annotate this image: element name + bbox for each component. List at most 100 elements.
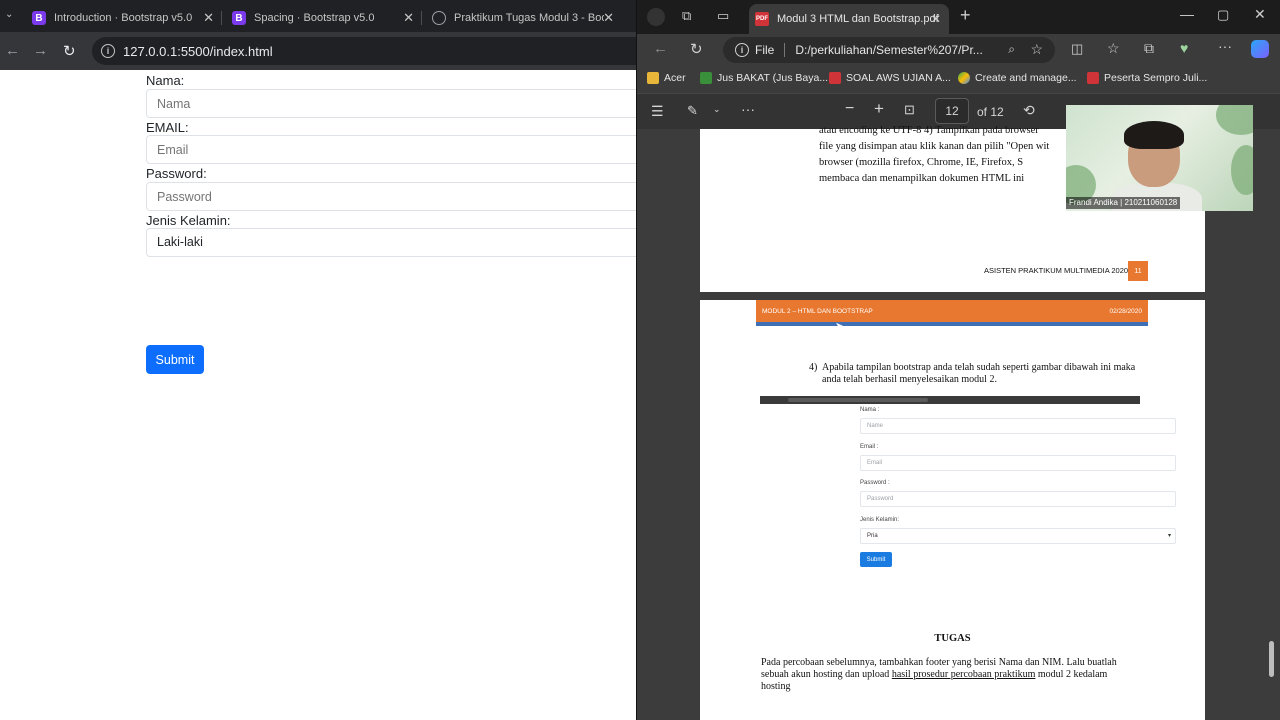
bookmark-label: Acer: [664, 72, 686, 84]
close-tab-icon[interactable]: ✕: [603, 10, 614, 26]
mini-password-input: Password: [860, 491, 1176, 507]
submit-button[interactable]: Submit: [146, 345, 204, 374]
close-tab-icon[interactable]: ✕: [931, 12, 941, 26]
back-arrow-icon[interactable]: ←: [5, 42, 20, 59]
left-tab-strip: ⌄ B Introduction · Bootstrap v5.0 ✕ B Sp…: [0, 0, 636, 32]
tugas-body: Pada percobaan sebelumnya, tambahkan foo…: [761, 657, 1117, 693]
back-arrow-icon[interactable]: ←: [653, 40, 668, 57]
item-text-line: Apabila tampilan bootstrap anda telah su…: [822, 362, 1136, 373]
address-bar[interactable]: i 127.0.0.1:5500/index.html: [92, 37, 636, 65]
tab-title: Praktikum Tugas Modul 3 - Boo: [454, 12, 604, 24]
tab-pdf[interactable]: PDF Modul 3 HTML dan Bootstrap.pdf ✕: [749, 4, 949, 34]
header-right-text: 02/28/2020: [1109, 308, 1142, 315]
tab-search-chevron-icon[interactable]: ⌄: [5, 9, 13, 20]
highlight-icon[interactable]: ✎: [687, 103, 698, 119]
page-header-bar: MODUL 2 – HTML DAN BOOTSTRAP 02/28/2020: [756, 300, 1148, 322]
header-blue-rule: [756, 322, 1148, 326]
reload-icon[interactable]: ↻: [63, 42, 76, 60]
tab-separator: [221, 11, 222, 25]
tab-praktikum[interactable]: Praktikum Tugas Modul 3 - Boo ✕: [426, 4, 622, 32]
close-window-icon[interactable]: ✕: [1254, 6, 1266, 23]
mouse-cursor: ➤: [835, 321, 844, 332]
folder-icon: [647, 72, 659, 84]
mini-gender-label: Jenis Kelamin:: [860, 517, 900, 523]
site-info-icon[interactable]: i: [735, 43, 749, 57]
mini-gender-select: Pria ▾: [860, 528, 1176, 544]
new-tab-icon[interactable]: +: [960, 5, 971, 26]
bookmark-label: Jus BAKAT (Jus Baya...: [717, 72, 829, 84]
close-tab-icon[interactable]: ✕: [203, 10, 214, 26]
address-bar[interactable]: i File D:/perkuliahan/Semester%207/Pr...…: [723, 37, 1055, 63]
body-text: sebuah akun hosting dan upload: [761, 669, 892, 680]
bookmark-label: SOAL AWS UJIAN A...: [846, 72, 951, 84]
copilot-icon[interactable]: [1251, 40, 1269, 58]
favorites-icon[interactable]: ☆: [1107, 40, 1120, 57]
fit-page-icon[interactable]: ⊡: [904, 102, 915, 118]
pdf-icon: PDF: [755, 12, 769, 26]
forward-arrow-icon[interactable]: →: [33, 42, 48, 59]
password-input[interactable]: [146, 182, 636, 211]
bookmark-label: Peserta Sempro Juli...: [1104, 72, 1208, 84]
pdf-viewer: atau encoding ke UTF-8 4) Tampilkan pada…: [637, 125, 1280, 720]
tab-title: Modul 3 HTML dan Bootstrap.pdf: [777, 13, 939, 25]
bookmark-peserta-sempro[interactable]: Peserta Sempro Juli...: [1087, 72, 1207, 84]
zoom-out-icon[interactable]: −: [845, 100, 854, 118]
split-screen-icon[interactable]: ◫: [1071, 41, 1083, 57]
browser-essentials-icon[interactable]: ♥: [1180, 40, 1188, 56]
bookmark-label: Create and manage...: [975, 72, 1077, 84]
zoom-search-icon[interactable]: ⌕: [1008, 42, 1015, 57]
favorite-star-icon[interactable]: ☆: [1030, 41, 1043, 58]
password-label: Password:: [146, 166, 207, 181]
rotate-icon[interactable]: ⟲: [1023, 102, 1035, 119]
item-text-line: anda telah berhasil menyelesaikan modul …: [822, 374, 997, 385]
foliage: [1216, 105, 1253, 135]
page-number-input[interactable]: 12: [935, 98, 969, 124]
page-footer: ASISTEN PRAKTIKUM MULTIMEDIA 2020: [984, 266, 1129, 275]
bookmark-jus-bakat[interactable]: Jus BAKAT (Jus Baya...: [700, 72, 828, 84]
foliage: [1231, 145, 1253, 195]
nama-input[interactable]: [146, 89, 636, 118]
collections-icon[interactable]: ⧉: [1144, 40, 1154, 57]
right-tab-strip: ⧉ ▭ PDF Modul 3 HTML dan Bootstrap.pdf ✕…: [637, 0, 1280, 34]
bookmark-create-manage[interactable]: Create and manage...: [958, 72, 1077, 84]
close-tab-icon[interactable]: ✕: [403, 10, 414, 26]
url-text: D:/perkuliahan/Semester%207/Pr...: [795, 43, 983, 57]
pdf-icon: [829, 72, 841, 84]
mini-nama-label: Nama :: [860, 407, 880, 413]
body-line: hosting: [761, 681, 791, 692]
contents-list-icon[interactable]: ☰: [651, 103, 664, 120]
bookmark-acer[interactable]: Acer: [647, 72, 686, 84]
bookmark-soal-aws[interactable]: SOAL AWS UJIAN A...: [829, 72, 951, 84]
chevron-down-icon[interactable]: ⌄: [713, 104, 721, 115]
item-number: 4): [809, 362, 818, 373]
divider: [784, 43, 786, 57]
embedded-screenshot: Nama : Name Email : Email Password : Pas…: [760, 396, 1176, 576]
bootstrap-icon: B: [232, 11, 246, 25]
gender-select[interactable]: Laki-laki: [146, 228, 636, 257]
profile-avatar[interactable]: [647, 8, 665, 26]
pdf-scrollbar-thumb[interactable]: [1269, 641, 1274, 677]
header-left-text: MODUL 2 – HTML DAN BOOTSTRAP: [762, 308, 873, 315]
mini-placeholder: Name: [867, 423, 884, 429]
pdf-icon: [1087, 72, 1099, 84]
mini-submit-button: Submit: [860, 552, 892, 567]
zoom-in-icon[interactable]: +: [874, 99, 884, 119]
page-number-badge: 11: [1128, 261, 1148, 281]
tab-actions-icon[interactable]: ▭: [717, 8, 729, 24]
nama-label: Nama:: [146, 73, 185, 88]
tab-spacing[interactable]: B Spacing · Bootstrap v5.0 ✕: [226, 4, 422, 32]
workspaces-icon[interactable]: ⧉: [682, 8, 691, 24]
email-input[interactable]: [146, 135, 636, 164]
more-options-icon[interactable]: ···: [1218, 38, 1232, 54]
mini-address-bar: [788, 398, 928, 402]
maximize-icon[interactable]: ▢: [1217, 7, 1229, 23]
more-tools-icon[interactable]: ···: [741, 101, 755, 117]
body-underlined-text: hasil prosedur percobaan praktikum: [891, 669, 1036, 680]
minimize-icon[interactable]: —: [1180, 6, 1194, 22]
bookmarks-bar: Acer Jus BAKAT (Jus Baya... SOAL AWS UJI…: [637, 64, 1280, 93]
tab-introduction[interactable]: B Introduction · Bootstrap v5.0 ✕: [26, 4, 222, 32]
reload-icon[interactable]: ↻: [690, 40, 703, 58]
page-current: 12: [945, 104, 959, 118]
gender-label: Jenis Kelamin:: [146, 213, 231, 228]
site-info-icon[interactable]: i: [101, 44, 115, 58]
